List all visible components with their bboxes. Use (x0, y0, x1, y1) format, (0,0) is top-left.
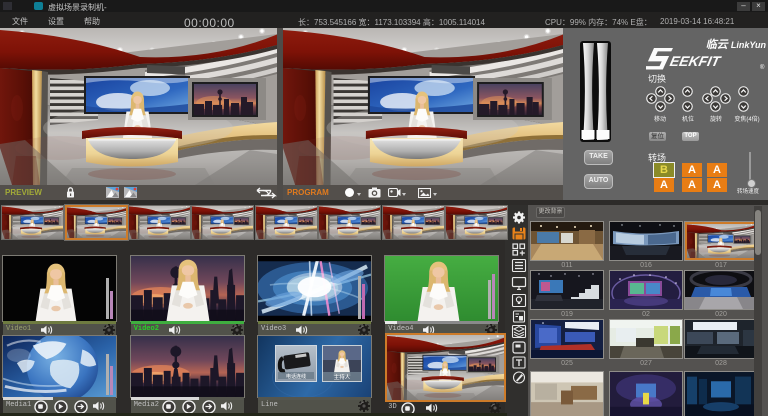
svg-text:®: ® (760, 64, 765, 71)
svg-text:电话连线: 电话连线 (286, 373, 306, 380)
svg-text:EEKFIT: EEKFIT (669, 53, 723, 69)
svg-text:主持人: 主持人 (334, 373, 351, 381)
